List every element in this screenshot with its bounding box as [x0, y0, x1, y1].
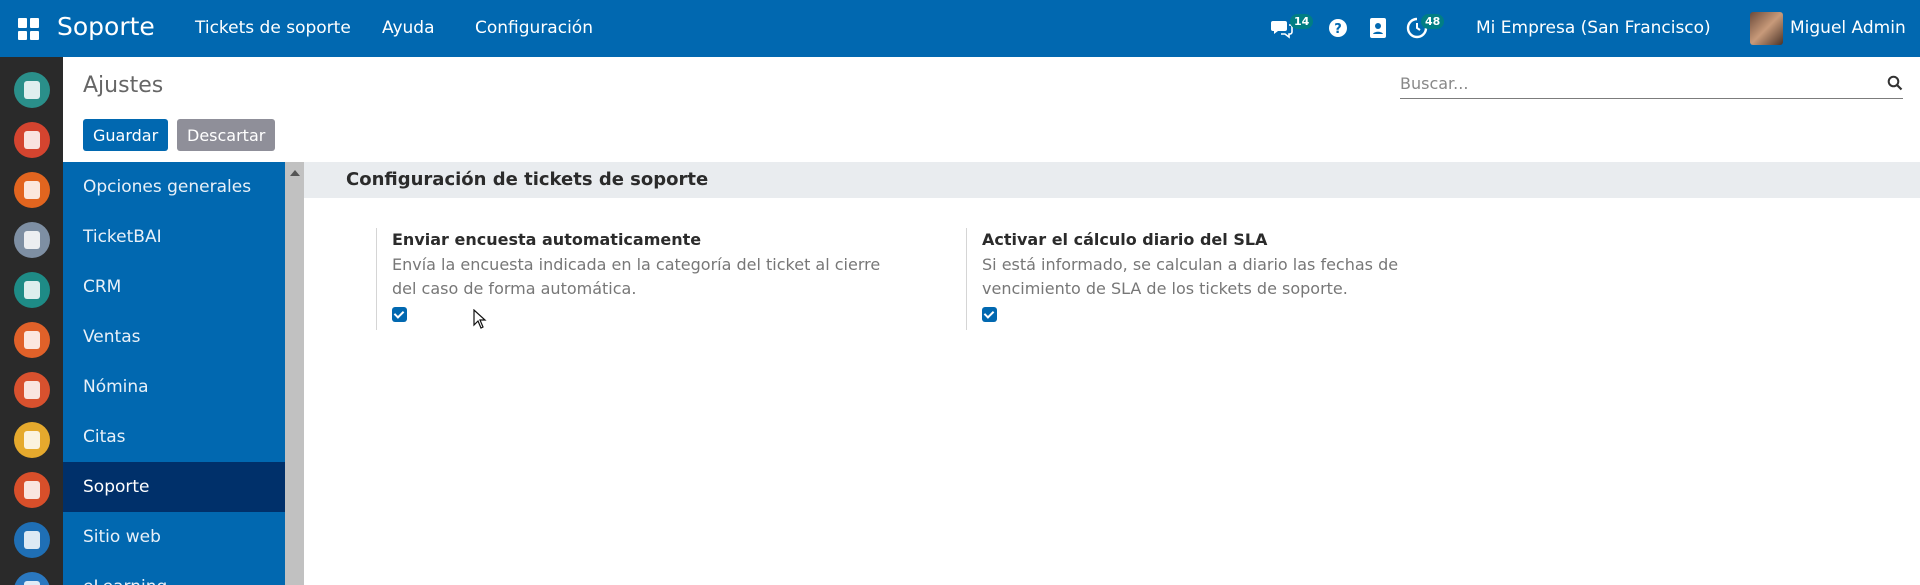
employee-icon[interactable] — [14, 272, 50, 308]
help-icon[interactable]: ? — [1326, 16, 1350, 40]
search-icon[interactable] — [1887, 75, 1903, 91]
daily-sla-checkbox[interactable] — [982, 307, 997, 322]
sidebar-item-helpdesk[interactable]: Soporte — [63, 462, 285, 512]
settings-content: Configuración de tickets de soporte Envi… — [304, 162, 1920, 585]
team-icon[interactable] — [14, 222, 50, 258]
support-icon[interactable] — [14, 322, 50, 358]
sales-icon[interactable] — [14, 472, 50, 508]
auto-survey-checkbox[interactable] — [392, 307, 407, 322]
menu-configuration[interactable]: Configuración — [475, 18, 593, 38]
app-rail — [0, 57, 63, 585]
setting-description: Envía la encuesta indicada en la categor… — [392, 255, 881, 298]
reporting-icon[interactable] — [14, 372, 50, 408]
setting-daily-sla: Activar el cálculo diario del SLA Si est… — [966, 228, 1486, 330]
contacts-icon[interactable] — [1366, 16, 1390, 40]
control-panel: Ajustes Guardar Descartar — [63, 57, 1920, 161]
user-menu[interactable]: Miguel Admin — [1790, 18, 1906, 38]
mouse-cursor-icon — [473, 309, 487, 329]
sidebar-item-crm[interactable]: CRM — [63, 262, 285, 312]
app-title[interactable]: Soporte — [57, 12, 155, 41]
messages-badge: 14 — [1290, 14, 1314, 29]
scroll-up-icon[interactable] — [290, 170, 300, 176]
sidebar-item-general[interactable]: Opciones generales — [63, 162, 285, 212]
settings-sidebar: Opciones generales TicketBAI CRM Ventas … — [63, 162, 285, 585]
page-title: Ajustes — [83, 73, 164, 98]
calendar-icon[interactable] — [14, 122, 50, 158]
top-navbar: Soporte Tickets de soporte Ayuda Configu… — [0, 0, 1920, 57]
discard-button[interactable]: Descartar — [177, 119, 276, 151]
search-input[interactable] — [1400, 69, 1870, 97]
setting-auto-survey: Enviar encuesta automaticamente Envía la… — [376, 228, 896, 330]
setting-title: Activar el cálculo diario del SLA — [982, 230, 1268, 249]
company-switcher[interactable]: Mi Empresa (San Francisco) — [1476, 18, 1711, 38]
apps-grid-icon[interactable] — [18, 18, 40, 40]
rail-app-icon[interactable] — [14, 72, 50, 108]
elearning-icon[interactable] — [14, 422, 50, 458]
activities-badge: 48 — [1421, 14, 1445, 29]
pos-icon[interactable] — [14, 522, 50, 558]
sidebar-item-appointments[interactable]: Citas — [63, 412, 285, 462]
rail-app-icon-bottom[interactable] — [14, 572, 50, 585]
setting-title: Enviar encuesta automaticamente — [392, 230, 702, 249]
sidebar-scrollbar[interactable] — [285, 162, 304, 585]
svg-text:?: ? — [1334, 22, 1342, 37]
menu-tickets[interactable]: Tickets de soporte — [195, 18, 351, 38]
setting-description: Si está informado, se calculan a diario … — [982, 255, 1399, 298]
section-header: Configuración de tickets de soporte — [304, 162, 1920, 198]
sidebar-item-payroll[interactable]: Nómina — [63, 362, 285, 412]
avatar[interactable] — [1750, 12, 1783, 45]
sidebar-item-ticketbai[interactable]: TicketBAI — [63, 212, 285, 262]
search-box — [1400, 69, 1903, 99]
sidebar-item-website[interactable]: Sitio web — [63, 512, 285, 562]
sidebar-item-elearning[interactable]: eLearning — [63, 562, 285, 585]
save-button[interactable]: Guardar — [83, 119, 169, 151]
menu-help[interactable]: Ayuda — [382, 18, 435, 38]
sidebar-item-sales[interactable]: Ventas — [63, 312, 285, 362]
notes-icon[interactable] — [14, 172, 50, 208]
section-title: Configuración de tickets de soporte — [346, 169, 709, 190]
